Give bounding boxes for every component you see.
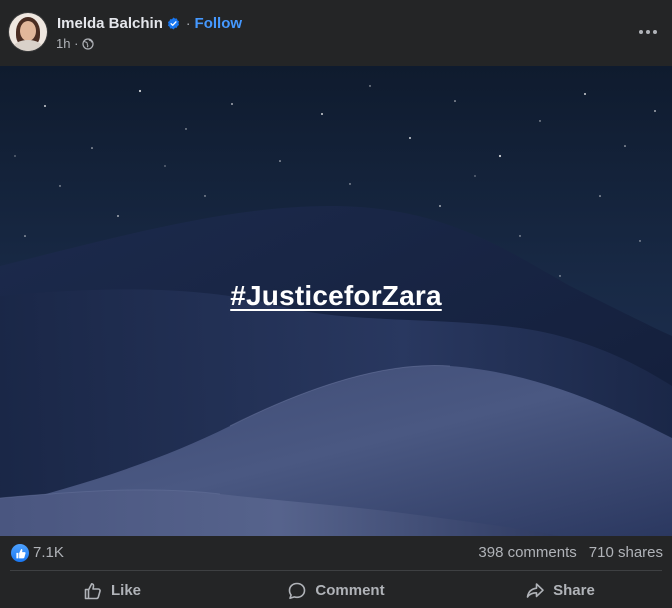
follow-button[interactable]: Follow xyxy=(195,15,243,32)
thumbs-up-outline-icon xyxy=(83,581,103,601)
comments-count[interactable]: 398 comments xyxy=(478,544,576,561)
post-header: Imelda Balchin · Follow 1h · xyxy=(0,0,672,64)
divider xyxy=(10,570,662,571)
author-avatar[interactable] xyxy=(9,13,47,51)
hashtag-link[interactable]: #JusticeforZara xyxy=(0,280,672,312)
share-arrow-icon xyxy=(525,581,545,601)
speech-bubble-icon xyxy=(287,581,307,601)
post-timestamp[interactable]: 1h · xyxy=(56,36,78,51)
post-image[interactable]: #JusticeforZara xyxy=(0,66,672,536)
post-actions: Like Comment Share xyxy=(0,573,672,608)
facebook-post: Imelda Balchin · Follow 1h · #Justicefor… xyxy=(0,0,672,608)
share-button[interactable]: Share xyxy=(448,573,672,608)
post-stats: 7.1K 398 comments 710 shares xyxy=(0,536,672,570)
globe-icon[interactable] xyxy=(82,37,95,50)
post-meta: 1h · xyxy=(56,36,95,51)
engagement-counts: 398 comments 710 shares xyxy=(478,544,663,561)
like-button[interactable]: Like xyxy=(0,573,224,608)
verified-badge-icon xyxy=(167,16,180,30)
comment-label: Comment xyxy=(315,582,385,599)
comment-button[interactable]: Comment xyxy=(224,573,448,608)
like-label: Like xyxy=(110,582,141,599)
reaction-count[interactable]: 7.1K xyxy=(33,544,64,561)
author-name[interactable]: Imelda Balchin xyxy=(57,15,163,32)
more-options-icon[interactable] xyxy=(636,20,660,44)
thumbs-up-icon[interactable] xyxy=(11,544,29,562)
share-label: Share xyxy=(553,582,595,599)
shares-count[interactable]: 710 shares xyxy=(589,544,663,561)
separator-dot: · xyxy=(185,15,191,31)
author-row: Imelda Balchin · Follow xyxy=(57,13,242,33)
